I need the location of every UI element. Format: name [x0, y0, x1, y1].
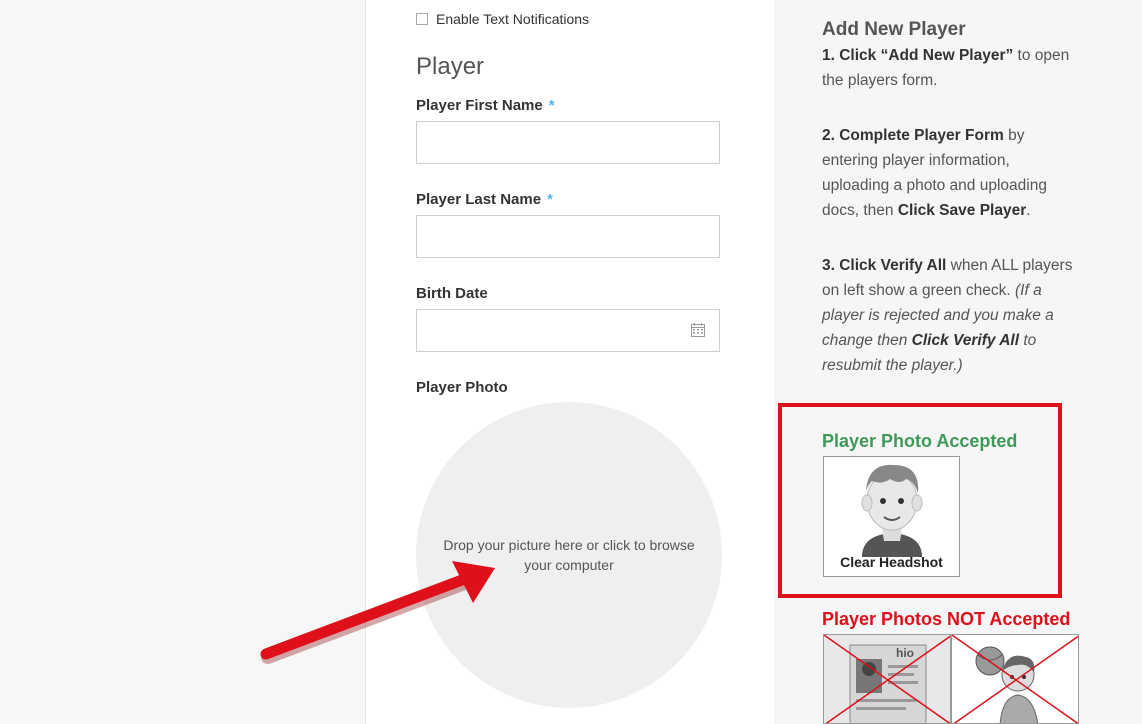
- help-step-2-end: .: [1026, 202, 1031, 219]
- help-step-2: 2. Complete Player Form by entering play…: [822, 123, 1080, 223]
- birth-date-label: Birth Date: [416, 285, 488, 302]
- required-marker: *: [548, 97, 555, 114]
- id-card-icon: hio: [824, 635, 950, 723]
- last-name-input[interactable]: [417, 216, 719, 257]
- help-step-2-bold-2: Click Save Player: [897, 202, 1027, 219]
- rejected-example-cartoon: [951, 634, 1079, 724]
- id-card-text: hio: [896, 646, 914, 660]
- accepted-title: Player Photo Accepted: [822, 431, 1018, 451]
- headshot-caption: Clear Headshot: [840, 554, 943, 570]
- first-name-input[interactable]: [417, 122, 719, 163]
- required-marker: *: [547, 191, 553, 208]
- text-notifications-checkbox[interactable]: [416, 13, 428, 25]
- help-step-3-italic-bold: Click Verify All: [911, 332, 1020, 349]
- last-name-label: Player Last Name *: [416, 191, 553, 208]
- help-step-2-bold: 2. Complete Player Form: [822, 127, 1004, 144]
- calendar-icon[interactable]: [691, 323, 705, 337]
- help-step-3-bold: 3. Click Verify All: [822, 257, 947, 274]
- first-name-field[interactable]: [416, 121, 720, 164]
- first-name-label-text: Player First Name: [416, 97, 543, 114]
- rejected-example-id-card: hio: [823, 634, 951, 724]
- headshot-example: Clear Headshot: [823, 456, 960, 577]
- help-step-1: 1. Click “Add New Player” to open the pl…: [822, 43, 1080, 93]
- birth-date-field[interactable]: [416, 309, 720, 352]
- photo-dropzone[interactable]: Drop your picture here or click to brows…: [416, 402, 722, 708]
- rejected-title: Player Photos NOT Accepted: [822, 609, 1071, 629]
- dropzone-text: Drop your picture here or click to brows…: [443, 537, 695, 573]
- help-step-1-bold: 1. Click “Add New Player”: [822, 47, 1014, 64]
- cartoon-player-icon: [952, 635, 1078, 723]
- help-title: Add New Player: [822, 19, 966, 40]
- avatar-icon: [861, 464, 923, 557]
- last-name-field[interactable]: [416, 215, 720, 258]
- text-notifications-row[interactable]: Enable Text Notifications: [416, 11, 589, 27]
- player-photo-label: Player Photo: [416, 379, 508, 396]
- last-name-label-text: Player Last Name: [416, 191, 542, 208]
- first-name-label: Player First Name *: [416, 97, 555, 114]
- birth-date-input[interactable]: [417, 310, 719, 351]
- player-section-title: Player: [416, 53, 485, 80]
- help-step-3: 3. Click Verify All when ALL players on …: [822, 253, 1080, 378]
- text-notifications-label: Enable Text Notifications: [436, 11, 590, 27]
